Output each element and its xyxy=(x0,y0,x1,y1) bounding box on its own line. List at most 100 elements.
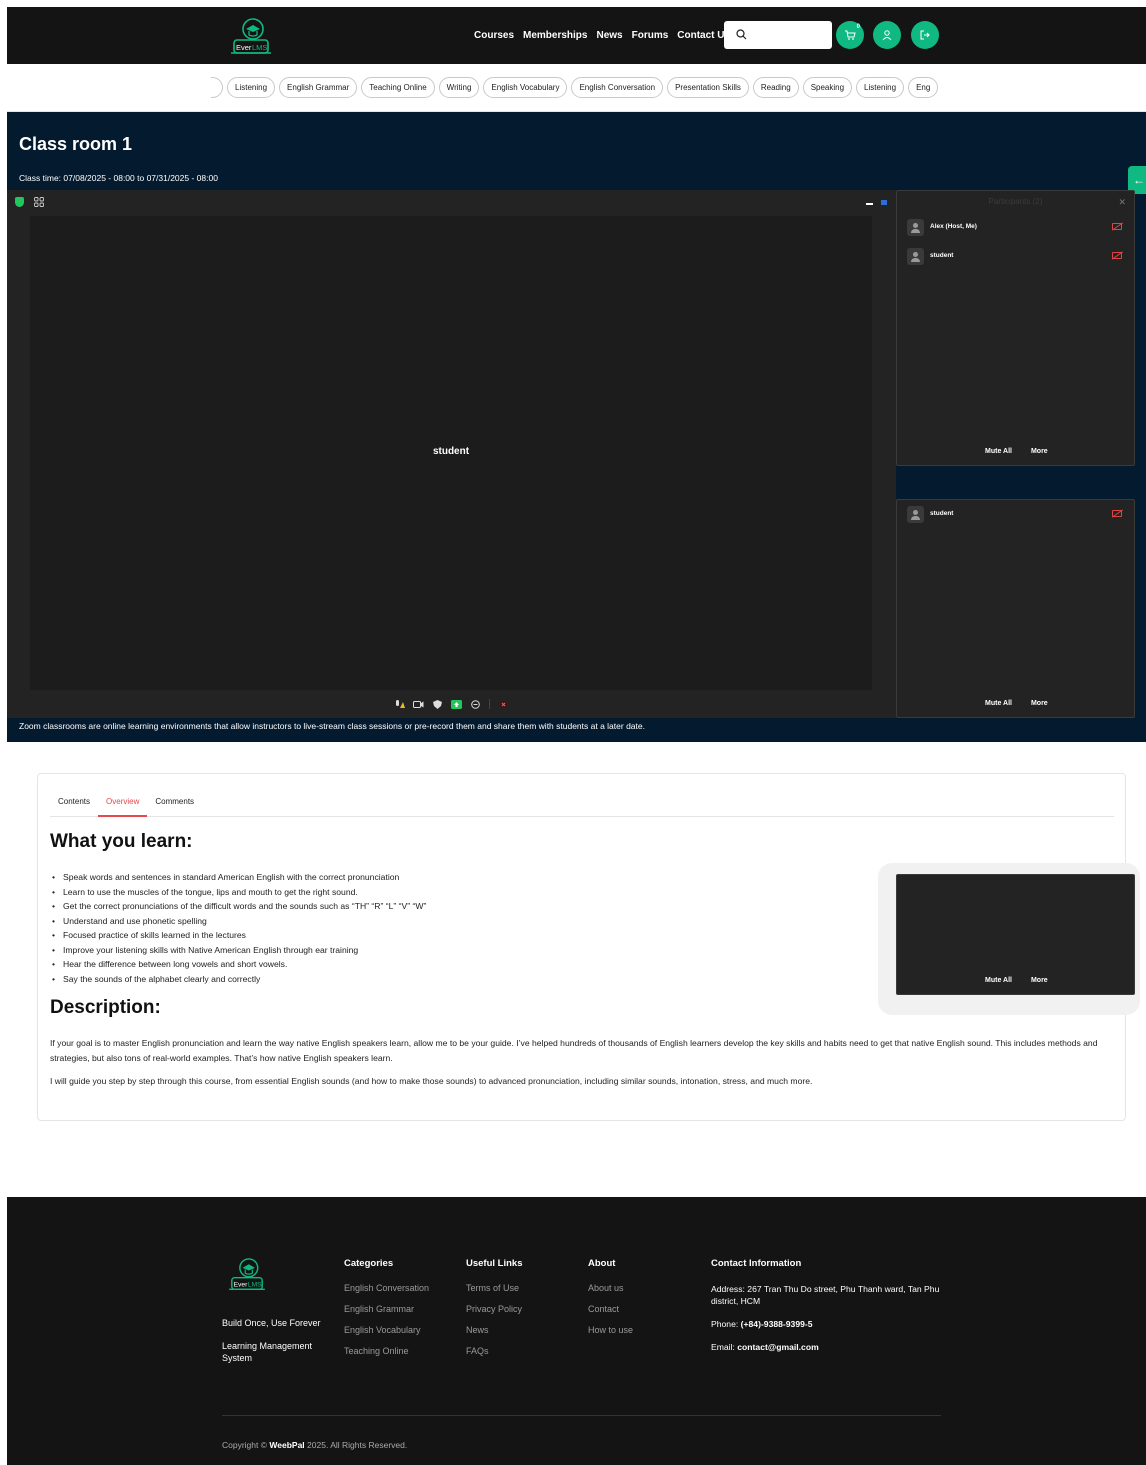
contact-email-value[interactable]: contact@gmail.com xyxy=(737,1342,818,1352)
category-chip[interactable]: Reading xyxy=(752,77,799,98)
nav-courses[interactable]: Courses xyxy=(474,30,514,41)
svg-text:Ever: Ever xyxy=(234,1282,249,1289)
nav-memberships[interactable]: Memberships xyxy=(523,30,587,41)
minimize-icon[interactable] xyxy=(866,203,873,205)
account-button[interactable] xyxy=(873,21,901,49)
list-item: Understand and use phonetic spelling xyxy=(50,914,890,929)
search-input[interactable] xyxy=(724,21,832,49)
category-chip[interactable]: Listening xyxy=(856,77,905,98)
tab-comments[interactable]: Comments xyxy=(147,791,202,817)
site-footer: Ever LMS Build Once, Use Forever Learnin… xyxy=(7,1197,1146,1465)
leave-meeting-icon[interactable] xyxy=(498,700,509,709)
participants-panel-header: Participants (2) ✕ xyxy=(897,191,1134,213)
camera-off-icon[interactable] xyxy=(1112,252,1122,259)
mute-all-button[interactable]: Mute All xyxy=(985,977,1012,984)
nav-news[interactable]: News xyxy=(596,30,622,41)
footer-divider xyxy=(222,1415,941,1416)
more-options-icon[interactable] xyxy=(470,699,481,709)
nav-forums[interactable]: Forums xyxy=(632,30,669,41)
gallery-view-icon[interactable] xyxy=(34,197,44,207)
category-chip[interactable]: English Vocabulary xyxy=(483,77,568,98)
share-screen-icon[interactable] xyxy=(451,699,462,709)
user-icon xyxy=(882,30,892,41)
cart-button[interactable]: 0 xyxy=(836,21,864,49)
category-chip[interactable]: English Grammar xyxy=(279,77,358,98)
copyright: Copyright © WeebPal 2025. All Rights Res… xyxy=(222,1440,407,1450)
logout-icon xyxy=(920,30,930,40)
category-chip[interactable]: English Conversation xyxy=(571,77,664,98)
main-nav: Courses Memberships News Forums Contact … xyxy=(474,7,730,64)
category-chip[interactable]: Speaking xyxy=(802,77,853,98)
footer-contact: Contact Information Address: 267 Tran Th… xyxy=(711,1258,941,1364)
participant-row[interactable]: student xyxy=(897,242,1134,271)
everlms-logo[interactable]: Ever LMS xyxy=(223,16,279,58)
security-shield-icon[interactable] xyxy=(15,197,24,207)
camera-off-icon[interactable] xyxy=(1112,510,1122,517)
footer-logo[interactable]: Ever LMS xyxy=(222,1255,272,1295)
category-chip-partial[interactable] xyxy=(211,77,223,98)
logout-button[interactable] xyxy=(911,21,939,49)
fullscreen-icon[interactable] xyxy=(881,200,887,205)
participant-name: Alex (Host, Me) xyxy=(930,223,977,230)
copyright-brand[interactable]: WeebPal xyxy=(269,1440,304,1450)
svg-text:Ever: Ever xyxy=(236,43,252,52)
footer-link[interactable]: Teaching Online xyxy=(344,1346,429,1356)
more-button[interactable]: More xyxy=(1031,700,1048,707)
participants-footer: Mute All More xyxy=(985,977,1048,984)
tab-overview[interactable]: Overview xyxy=(98,791,148,817)
zoom-caption: Zoom classrooms are online learning envi… xyxy=(19,721,645,731)
contact-phone-value[interactable]: (+84)-9388-9399-5 xyxy=(741,1319,813,1329)
participant-row[interactable]: Alex (Host, Me) xyxy=(897,213,1134,242)
content-tabs: Contents Overview Comments xyxy=(50,791,1114,817)
mute-all-button[interactable]: Mute All xyxy=(985,700,1012,707)
list-item: Learn to use the muscles of the tongue, … xyxy=(50,885,890,900)
footer-link[interactable]: Contact xyxy=(588,1304,633,1314)
more-button[interactable]: More xyxy=(1031,448,1048,455)
video-off-icon[interactable] xyxy=(413,700,424,709)
arrow-left-icon: ← xyxy=(1133,173,1145,187)
controls-divider xyxy=(489,699,490,709)
footer-link[interactable]: About us xyxy=(588,1283,633,1293)
footer-link[interactable]: News xyxy=(466,1325,523,1335)
footer-link[interactable]: Privacy Policy xyxy=(466,1304,523,1314)
zoom-meeting: student xyxy=(7,190,896,718)
footer-categories-title: Categories xyxy=(344,1258,394,1269)
camera-off-icon[interactable] xyxy=(1112,223,1122,230)
participants-panel-secondary: student Mute All More xyxy=(896,499,1135,718)
learn-heading: What you learn: xyxy=(50,831,193,852)
meeting-controls xyxy=(7,699,896,709)
category-bar: Listening English Grammar Teaching Onlin… xyxy=(7,64,1146,112)
footer-link[interactable]: How to use xyxy=(588,1325,633,1335)
mic-muted-icon[interactable] xyxy=(394,699,405,709)
footer-link[interactable]: English Conversation xyxy=(344,1283,429,1293)
contact-email: Email: contact@gmail.com xyxy=(711,1341,941,1353)
description-paragraph: I will guide you step by step through th… xyxy=(50,1076,813,1086)
avatar xyxy=(907,248,924,265)
list-item: Hear the difference between long vowels … xyxy=(50,957,890,972)
close-icon[interactable]: ✕ xyxy=(1118,191,1126,213)
category-chip[interactable]: Presentation Skills xyxy=(667,77,749,98)
cart-icon xyxy=(845,30,856,40)
participant-row[interactable]: student xyxy=(897,500,1134,529)
footer-link[interactable]: FAQs xyxy=(466,1346,523,1356)
more-button[interactable]: More xyxy=(1031,977,1048,984)
mute-all-button[interactable]: Mute All xyxy=(985,448,1012,455)
footer-about-title: About xyxy=(588,1258,616,1269)
security-icon[interactable] xyxy=(432,699,443,709)
category-chip[interactable]: Writing xyxy=(438,77,480,98)
category-chip[interactable]: Eng xyxy=(908,77,939,98)
svg-text:LMS: LMS xyxy=(252,43,267,52)
contact-address: Address: 267 Tran Thu Do street, Phu Tha… xyxy=(711,1284,940,1306)
contact-phone-label: Phone: xyxy=(711,1319,739,1329)
list-item: Improve your listening skills with Nativ… xyxy=(50,943,890,958)
footer-link[interactable]: English Vocabulary xyxy=(344,1325,429,1335)
footer-link[interactable]: English Grammar xyxy=(344,1304,429,1314)
footer-link[interactable]: Terms of Use xyxy=(466,1283,523,1293)
category-chip[interactable]: Listening xyxy=(227,77,276,98)
tab-contents[interactable]: Contents xyxy=(50,791,98,817)
participants-panel: Participants (2) ✕ Alex (Host, Me) stude… xyxy=(896,190,1135,466)
category-chip[interactable]: Teaching Online xyxy=(361,77,435,98)
cart-count-badge: 0 xyxy=(856,24,860,30)
classroom-section: Class room 1 Class time: 07/08/2025 - 08… xyxy=(7,112,1146,742)
nav-contact-us[interactable]: Contact Us xyxy=(677,30,730,41)
